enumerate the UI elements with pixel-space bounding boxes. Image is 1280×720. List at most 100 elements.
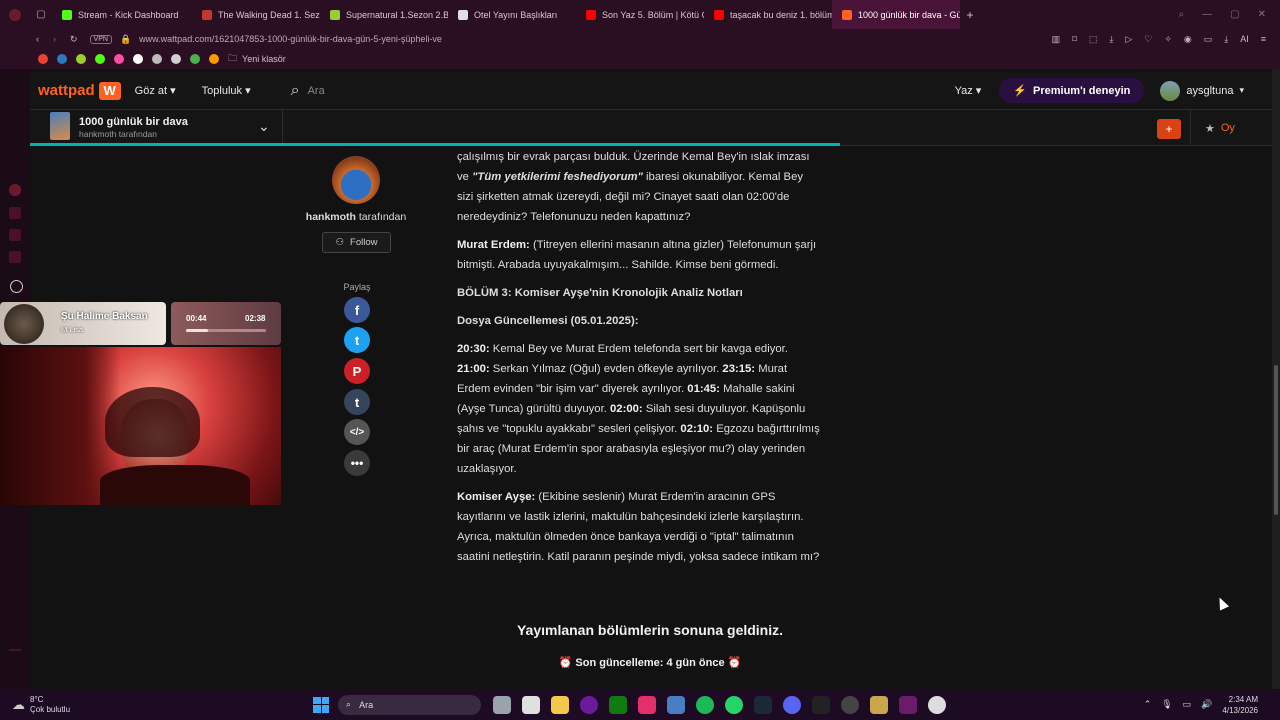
wallet-icon[interactable]: ▭: [1204, 34, 1213, 45]
xbox-icon[interactable]: [609, 695, 628, 714]
microphone-icon[interactable]: 🎙: [1161, 699, 1172, 710]
bookmark-icon[interactable]: [133, 54, 143, 64]
instagram-icon[interactable]: [638, 695, 657, 714]
chapter-dropdown-icon[interactable]: ⌄: [258, 118, 270, 135]
facebook-icon[interactable]: f: [344, 297, 370, 323]
tab-tasacak[interactable]: taşacak bu deniz 1. bölüm: [704, 0, 832, 29]
display-icon[interactable]: ▭: [1183, 699, 1192, 710]
tab-wattpad-active[interactable]: 1000 günlük bir dava - Gün: [832, 0, 960, 29]
caret-down-icon: ▾: [975, 85, 982, 97]
search-tabs-icon[interactable]: ⌕: [1179, 9, 1185, 20]
pinterest-icon[interactable]: P: [344, 358, 370, 384]
tab-kick[interactable]: Stream - Kick Dashboard: [52, 0, 192, 29]
steam-icon[interactable]: [754, 695, 773, 714]
browser-menu-icon[interactable]: [0, 0, 30, 29]
menu-icon[interactable]: ≡: [1261, 34, 1266, 45]
opera-gx-icon[interactable]: [580, 695, 599, 714]
nav-browse[interactable]: Göz at ▾: [135, 84, 176, 97]
premium-button[interactable]: ⚡ Premium'ı deneyin: [999, 78, 1145, 103]
bookmarks-bar: 🗀 Yeni klasör: [0, 49, 1280, 69]
start-button[interactable]: [313, 696, 330, 713]
obs-icon[interactable]: [841, 695, 860, 714]
bookmark-folder[interactable]: Yeni klasör: [242, 54, 286, 64]
minimize-icon[interactable]: —: [1202, 9, 1212, 20]
vpn-badge[interactable]: VPN: [89, 34, 112, 44]
bookmark-icon[interactable]: [76, 54, 86, 64]
extensions-icon[interactable]: ✧: [1164, 34, 1172, 45]
bookmark-icon[interactable]: [209, 54, 219, 64]
heart-icon[interactable]: ♡: [1144, 34, 1152, 45]
user-menu[interactable]: aysgltuna ▾: [1160, 80, 1244, 101]
bookmark-icon[interactable]: [57, 54, 67, 64]
author-avatar[interactable]: [332, 156, 380, 204]
nav-community[interactable]: Topluluk ▾: [202, 84, 251, 97]
side-panel-icon[interactable]: [9, 229, 21, 241]
maximize-icon[interactable]: ▢: [1230, 9, 1239, 20]
league-icon[interactable]: [870, 695, 889, 714]
search-input[interactable]: Ara: [308, 85, 325, 97]
play-icon[interactable]: ▷: [1125, 34, 1132, 45]
tab-otel[interactable]: Otel Yayını Başlıkları: [448, 0, 576, 29]
page-scrollbar[interactable]: [1272, 69, 1280, 689]
tumblr-icon[interactable]: t: [344, 389, 370, 415]
story-cover[interactable]: [50, 112, 70, 140]
gmail-icon[interactable]: [38, 54, 48, 64]
tray-chevron-icon[interactable]: ⌃: [1144, 699, 1152, 710]
write-menu[interactable]: Yaz ▾: [955, 84, 982, 97]
embed-icon[interactable]: </>: [344, 419, 370, 445]
vote-button[interactable]: ★ Oy: [1205, 122, 1235, 135]
clock[interactable]: 2:34 AM 4/13/2026: [1222, 694, 1258, 716]
back-icon[interactable]: ‹: [36, 34, 39, 44]
app-icon[interactable]: [899, 695, 918, 714]
bookmark-icon[interactable]: [152, 54, 162, 64]
reload-icon[interactable]: ↻: [70, 34, 78, 45]
downloads-icon[interactable]: ⤓: [1224, 34, 1228, 45]
whatsapp-icon[interactable]: [725, 695, 744, 714]
bookmark-icon[interactable]: [171, 54, 181, 64]
app-icon[interactable]: [928, 695, 947, 714]
file-explorer-icon[interactable]: [551, 695, 570, 714]
follow-button[interactable]: ⚇ Follow: [322, 232, 391, 253]
windows-taskbar: ☁ 8°C Çok bulutlu ⌕ Ara ⌃ 🎙 ▭ 🔊 2:34 AM …: [0, 689, 1280, 720]
forward-icon[interactable]: ›: [53, 34, 56, 44]
bookmark-icon[interactable]: [190, 54, 200, 64]
volume-icon[interactable]: 🔊: [1201, 699, 1212, 710]
side-panel-icon[interactable]: [9, 184, 21, 196]
kick-icon[interactable]: [95, 54, 105, 64]
url-field[interactable]: www.wattpad.com/1621047853-1000-günlük-b…: [139, 34, 442, 44]
add-to-library-button[interactable]: +: [1157, 119, 1181, 139]
tab-supernatural[interactable]: Supernatural 1.Sezon 2.Bö: [320, 0, 448, 29]
story-title[interactable]: 1000 günlük bir dava: [79, 116, 188, 128]
side-panel-icon[interactable]: [9, 251, 21, 263]
song-progress-fill: [186, 329, 209, 332]
task-view-icon[interactable]: [493, 695, 512, 714]
spotify-icon[interactable]: [696, 695, 715, 714]
scrollbar-thumb[interactable]: [1274, 365, 1278, 515]
wattpad-logo[interactable]: wattpad W: [38, 81, 121, 100]
screenshot-icon[interactable]: ⬚: [1089, 34, 1098, 45]
sidebar-icon[interactable]: ▥: [1052, 34, 1061, 45]
close-icon[interactable]: ✕: [1258, 9, 1266, 20]
weather-widget[interactable]: ☁ 8°C Çok bulutlu: [12, 695, 70, 715]
search-box[interactable]: ⌕ Ara: [291, 82, 325, 100]
twitter-icon[interactable]: t: [344, 327, 370, 353]
more-icon[interactable]: •••: [344, 450, 370, 476]
new-tab-button[interactable]: +: [960, 8, 980, 22]
photos-icon[interactable]: [667, 695, 686, 714]
tab-walking-dead[interactable]: The Walking Dead 1. Sezo: [192, 0, 320, 29]
tab-overview-icon[interactable]: ▢: [30, 9, 52, 20]
tab-son-yaz[interactable]: Son Yaz 5. Bölüm | Kötü Ç: [576, 0, 704, 29]
discord-icon[interactable]: [783, 695, 802, 714]
author-name[interactable]: hankmoth: [306, 211, 356, 223]
paragraph: çalışılmış bir evrak parçası bulduk. Üze…: [457, 151, 810, 223]
ai-icon[interactable]: AI: [1240, 34, 1249, 45]
side-panel-icon[interactable]: [9, 207, 21, 219]
bookmark-icon[interactable]: [114, 54, 124, 64]
download-icon[interactable]: ⤓: [1109, 34, 1113, 45]
epic-games-icon[interactable]: [812, 695, 831, 714]
taskbar-search[interactable]: ⌕ Ara: [338, 694, 482, 715]
bookmark-icon[interactable]: ⌑: [1072, 34, 1077, 45]
profile-icon[interactable]: ◉: [1184, 34, 1192, 45]
store-icon[interactable]: [522, 695, 541, 714]
openai-icon[interactable]: [10, 280, 23, 293]
